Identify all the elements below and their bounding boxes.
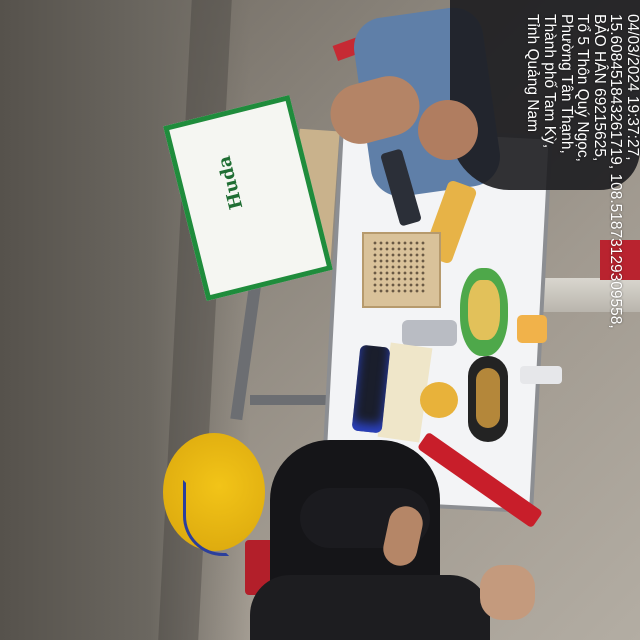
stamp-line-hamlet: Tổ 5 Thôn Quý Ngọc, bbox=[574, 14, 592, 162]
stamp-line-ward: Phường Tân Thạnh, bbox=[557, 14, 575, 154]
photo-scene: Huda 04/03/2024 19:37:27, 15.60845184326… bbox=[0, 0, 640, 640]
stamp-line-province: Tỉnh Quảng Nam bbox=[524, 14, 542, 133]
person-hand bbox=[418, 100, 478, 160]
stamp-line-city: Thành phố Tam Kỳ, bbox=[541, 14, 559, 149]
hot-pot-food bbox=[476, 368, 500, 428]
stamp-line-coordinates: 15.608451843261719, 108.51873129309558, bbox=[607, 14, 625, 329]
beer-can bbox=[402, 320, 457, 346]
plate-food bbox=[468, 280, 500, 340]
tissue-box-pattern bbox=[372, 240, 427, 295]
corner-hand bbox=[480, 565, 535, 620]
stamp-line-name: BẢO HÂN 69215625, bbox=[590, 14, 608, 162]
beer-glass bbox=[420, 382, 458, 418]
photo-timestamp-stamp: 04/03/2024 19:37:27, 15.608451843261719,… bbox=[524, 14, 640, 454]
person-bottom-sleeve bbox=[250, 575, 490, 640]
stamp-line-datetime: 04/03/2024 19:37:27, bbox=[624, 14, 640, 161]
